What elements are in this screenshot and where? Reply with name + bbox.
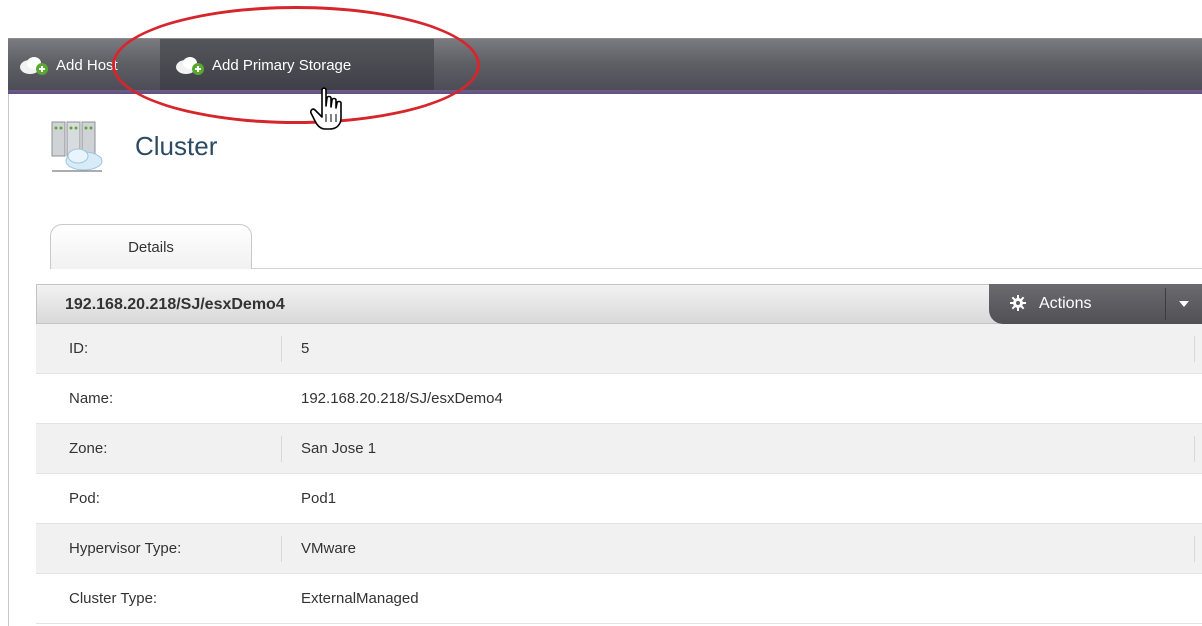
- detail-key: Name:: [69, 390, 114, 407]
- column-divider: [281, 436, 282, 462]
- cloud-add-icon: [20, 57, 48, 75]
- caret-down-icon[interactable]: [1179, 301, 1189, 307]
- page-title: Cluster: [135, 131, 218, 161]
- column-divider: [1194, 436, 1195, 462]
- content-left-border: [8, 94, 9, 626]
- column-divider: [281, 336, 282, 362]
- tab-details[interactable]: Details: [50, 224, 252, 269]
- add-host-button[interactable]: Add Host: [8, 39, 158, 91]
- cloud-add-icon: [176, 57, 204, 75]
- add-primary-storage-button[interactable]: Add Primary Storage: [160, 39, 434, 91]
- detail-row-id: ID: 5: [36, 324, 1202, 374]
- add-host-label: Add Host: [56, 56, 118, 74]
- detail-value: 192.168.20.218/SJ/esxDemo4: [301, 390, 503, 407]
- toolbar-accent-strip: [8, 90, 1202, 94]
- detail-value: San Jose 1: [301, 440, 377, 457]
- tab-details-label: Details: [128, 238, 174, 256]
- detail-row-zone: Zone: San Jose 1: [36, 424, 1202, 474]
- detail-row-pod: Pod: Pod1: [36, 474, 1202, 524]
- hand-cursor-icon: [310, 87, 342, 130]
- detail-key: Hypervisor Type:: [69, 540, 182, 557]
- panel-title: 192.168.20.218/SJ/esxDemo4: [65, 296, 285, 313]
- detail-value: ExternalManaged: [301, 590, 419, 607]
- cluster-icon: [51, 121, 103, 172]
- column-divider: [281, 536, 282, 562]
- detail-value: Pod1: [301, 490, 337, 507]
- actions-button[interactable]: Actions: [989, 284, 1202, 324]
- column-divider: [1194, 536, 1195, 562]
- actions-divider: [1165, 288, 1166, 320]
- detail-value: 5: [301, 340, 310, 357]
- toolbar: Add Host Add Primary Storage: [8, 38, 1202, 94]
- add-primary-storage-label: Add Primary Storage: [212, 56, 352, 74]
- detail-key: Pod:: [69, 490, 100, 507]
- detail-row-name: Name: 192.168.20.218/SJ/esxDemo4: [36, 374, 1202, 424]
- tab-underline: [252, 268, 1202, 269]
- detail-value: VMware: [301, 540, 357, 557]
- detail-key: ID:: [69, 340, 89, 357]
- detail-row-cluster-type: Cluster Type: ExternalManaged: [36, 574, 1202, 624]
- column-divider: [1194, 336, 1195, 362]
- detail-key: Cluster Type:: [69, 590, 158, 607]
- actions-label: Actions: [1039, 295, 1092, 312]
- detail-list: ID: 5 Name: 192.168.20.218/SJ/esxDemo4 Z…: [36, 324, 1202, 624]
- detail-row-hypervisor-type: Hypervisor Type: VMware: [36, 524, 1202, 574]
- detail-key: Zone:: [69, 440, 108, 457]
- detail-panel-header: 192.168.20.218/SJ/esxDemo4 Actions: [36, 284, 1202, 324]
- gear-icon: [1010, 295, 1026, 311]
